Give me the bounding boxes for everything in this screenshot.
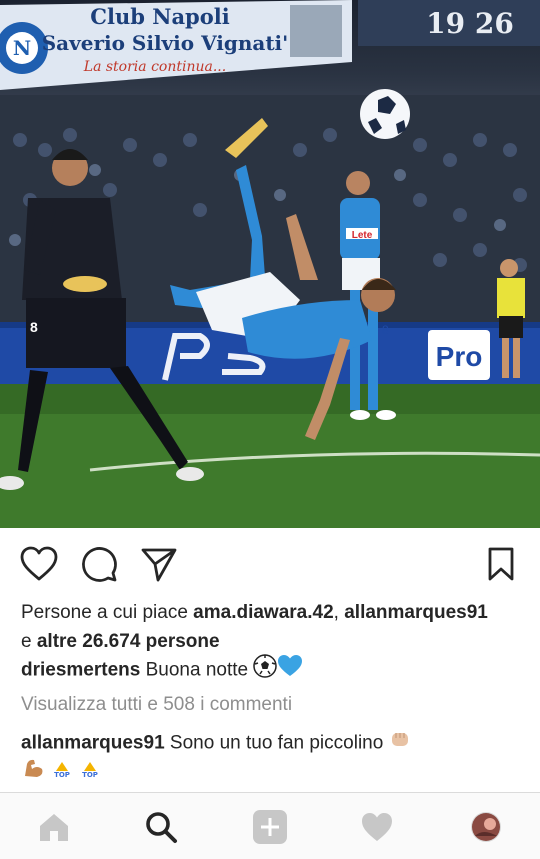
likes-others-link[interactable]: altre 26.674 persone <box>37 631 220 652</box>
comment-bubble-icon <box>82 547 117 582</box>
likes-and: e <box>21 631 37 652</box>
likes-prefix: Persone a cui piace <box>21 602 194 623</box>
up-arrow-icon <box>84 761 96 771</box>
banner-title: Club Napoli <box>90 4 229 29</box>
comment-item: allanmarques91 Sono un tuo fan piccolino <box>21 728 526 759</box>
banner-tagline: La storia continua... <box>83 59 226 75</box>
like-button[interactable] <box>19 544 59 584</box>
flexed-biceps-emoji <box>22 756 46 785</box>
heart-icon <box>362 813 392 841</box>
ad-board-text: Pro <box>436 341 483 372</box>
search-icon <box>146 812 177 843</box>
likes-summary[interactable]: Persone a cui piace ama.diawara.42, alla… <box>21 598 526 656</box>
svg-text:N: N <box>13 36 31 60</box>
nav-home[interactable] <box>34 807 74 847</box>
view-all-comments-link[interactable]: Visualizza tutti e 508 i commenti <box>21 690 292 719</box>
add-post-icon <box>253 810 287 844</box>
save-button[interactable] <box>481 544 521 584</box>
share-button[interactable] <box>139 544 179 584</box>
paper-plane-icon <box>141 548 177 582</box>
heart-outline-icon <box>20 546 58 581</box>
soccer-ball-emoji <box>253 654 278 687</box>
comment-text: Sono un tuo fan piccolino <box>169 732 384 754</box>
profile-avatar <box>471 812 501 842</box>
caption-text: Buona notte <box>145 659 249 681</box>
banner-year: 19 26 <box>426 7 514 40</box>
bookmark-icon <box>488 547 514 581</box>
post-photo-illustration: N Club Napoli Saverio Silvio Vignati' La… <box>0 0 540 528</box>
nav-profile[interactable] <box>466 807 506 847</box>
home-icon <box>40 814 68 841</box>
top-badge-label: TOP <box>54 770 70 779</box>
nav-add-post[interactable] <box>250 807 290 847</box>
banner-subtitle: Saverio Silvio Vignati' <box>42 31 289 55</box>
post-actions <box>0 540 540 590</box>
post-caption: driesmertens Buona notte <box>21 654 526 687</box>
liker-link[interactable]: allanmarques91 <box>344 602 488 623</box>
post-photo[interactable]: N Club Napoli Saverio Silvio Vignati' La… <box>0 0 540 528</box>
top-badge-label: TOP <box>82 770 98 779</box>
top-badge: TOP <box>50 761 74 779</box>
comment-emojis-row: TOP TOP <box>22 756 102 784</box>
blue-heart-emoji <box>277 654 303 687</box>
comment-author[interactable]: allanmarques91 <box>21 733 165 754</box>
jersey-sponsor: Lete <box>352 230 373 241</box>
top-badge: TOP <box>78 761 102 779</box>
nav-activity[interactable] <box>357 807 397 847</box>
liker-link[interactable]: ama.diawara.42 <box>193 602 333 623</box>
jersey-number-left: 8 <box>30 319 38 335</box>
up-arrow-icon <box>56 761 68 771</box>
comment-button[interactable] <box>79 544 119 584</box>
bottom-navigation <box>0 792 540 859</box>
nav-search[interactable] <box>141 807 181 847</box>
caption-author[interactable]: driesmertens <box>21 660 140 681</box>
likes-separator: , <box>333 602 345 623</box>
jersey-number-right: 8 <box>382 323 389 337</box>
fist-emoji <box>389 728 411 759</box>
